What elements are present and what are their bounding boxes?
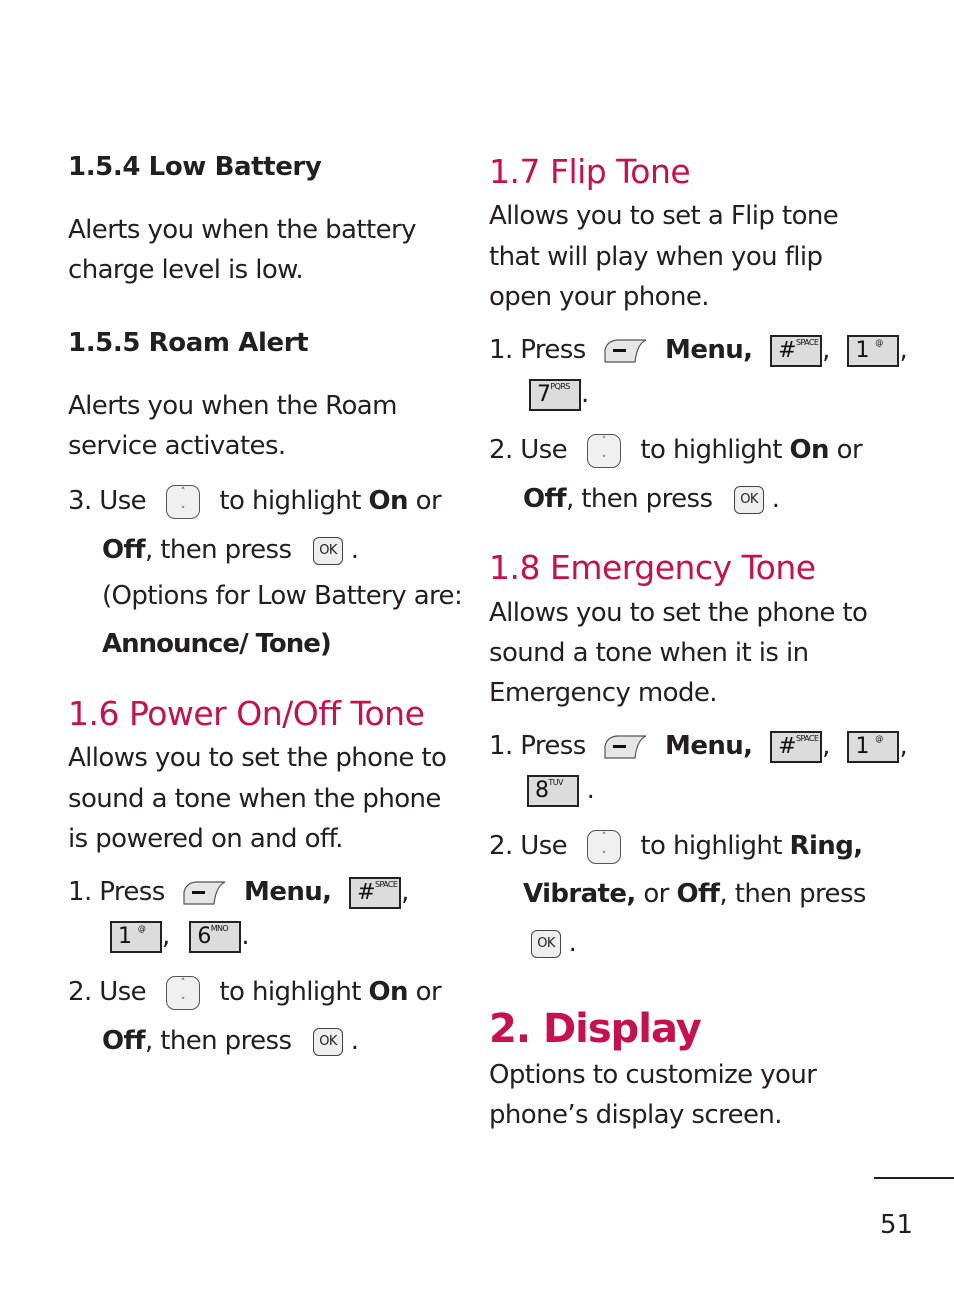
option-off: Off xyxy=(523,484,567,514)
step-text-or: or xyxy=(643,879,669,909)
emergency-step2-line1: 2. Use ˄ ˅ to highlight Ring, xyxy=(489,826,864,866)
flip-desc-line3: open your phone. xyxy=(489,282,710,312)
power-desc-line2: sound a tone when the phone xyxy=(68,784,441,814)
ok-key-icon: OK xyxy=(531,929,561,958)
section-title-emergency-tone: 1.8 Emergency Tone xyxy=(489,548,816,587)
flip-desc-line2: that will play when you flip xyxy=(489,242,823,272)
emergency-desc-line3: Emergency mode. xyxy=(489,678,718,708)
flip-step1-line2: 7PQRS. xyxy=(529,374,589,414)
option-on: On xyxy=(368,977,409,1007)
step-text: to highlight xyxy=(219,977,361,1007)
one-key-icon: 1 @ xyxy=(847,730,900,763)
step-text: , then press xyxy=(144,535,292,565)
page-number: 51 xyxy=(880,1210,914,1240)
period: . xyxy=(350,1026,359,1056)
emergency-desc-line1: Allows you to set the phone to xyxy=(489,598,868,628)
step-label: 3. Use xyxy=(68,486,147,516)
nav-key-icon: ˄ ˅ xyxy=(165,484,200,519)
option-on: On xyxy=(368,486,409,516)
option-on: On xyxy=(789,435,830,465)
low-battery-desc-line1: Alerts you when the battery xyxy=(68,215,416,245)
six-key-icon: 6MNO xyxy=(189,920,242,953)
left-soft-key-icon xyxy=(604,338,647,363)
nav-key-icon: ˄ ˅ xyxy=(165,975,200,1010)
one-key-icon: 1 @ xyxy=(847,334,900,367)
option-off: Off xyxy=(102,1026,146,1056)
hash-key-icon: #SPACE xyxy=(770,730,823,763)
roam-options-line2: Announce/ Tone) xyxy=(102,629,332,659)
period: . xyxy=(568,928,577,958)
step-label: 1. Press xyxy=(489,731,586,761)
flip-step2-line1: 2. Use ˄ ˅ to highlight On or xyxy=(489,430,863,470)
option-off: Off xyxy=(102,535,146,565)
step-text: , then press xyxy=(144,1026,292,1056)
roam-desc-line2: service activates. xyxy=(68,431,286,461)
roam-options-line1: (Options for Low Battery are: xyxy=(102,581,463,611)
menu-label: Menu, xyxy=(665,731,753,761)
section-title-low-battery: 1.5.4 Low Battery xyxy=(68,152,322,182)
seven-key-icon: 7PQRS xyxy=(529,378,581,411)
step-text: , then press xyxy=(719,879,866,909)
step-text: to highlight xyxy=(640,831,782,861)
ok-key-icon: OK xyxy=(313,536,344,565)
step-text: , then press xyxy=(565,484,713,514)
section-title-flip-tone: 1.7 Flip Tone xyxy=(489,152,691,191)
footer-rule xyxy=(874,1177,954,1179)
hash-key-icon: #SPACE xyxy=(770,334,823,367)
step-label: 2. Use xyxy=(489,831,568,861)
ok-key-icon: OK xyxy=(734,485,765,514)
step-label: 1. Press xyxy=(68,877,165,907)
option-off: Off xyxy=(676,879,720,909)
step-label: 1. Press xyxy=(489,335,586,365)
flip-step1-line1: 1. Press Menu, #SPACE, 1 @, xyxy=(489,334,908,367)
roam-step3-line2: Off, then press OK . xyxy=(102,530,359,570)
emergency-step1-line2: 8TUV . xyxy=(527,770,595,810)
nav-key-icon: ˄ ˅ xyxy=(586,433,621,468)
display-desc-line1: Options to customize your xyxy=(489,1060,817,1090)
left-soft-key-icon xyxy=(604,734,647,759)
roam-step3-line1: 3. Use ˄ ˅ to highlight On or xyxy=(68,481,442,521)
period: . xyxy=(350,535,359,565)
power-step1-line1: 1. Press Menu, #SPACE, xyxy=(68,876,409,909)
step-text-or: or xyxy=(415,486,442,516)
emergency-step2-line2: Vibrate, or Off, then press xyxy=(523,874,866,914)
emergency-step2-line3: OK . xyxy=(531,923,577,963)
ok-key-icon: OK xyxy=(313,1027,344,1056)
menu-label: Menu, xyxy=(665,335,753,365)
left-soft-key-icon xyxy=(183,880,226,905)
low-battery-desc-line2: charge level is low. xyxy=(68,255,304,285)
flip-desc-line1: Allows you to set a Flip tone xyxy=(489,201,839,231)
step-label: 2. Use xyxy=(68,977,147,1007)
step-text-or: or xyxy=(836,435,863,465)
nav-key-icon: ˄ ˅ xyxy=(586,829,621,864)
section-title-display: 2. Display xyxy=(489,1006,702,1052)
option-ring: Ring, xyxy=(789,831,864,861)
power-desc-line1: Allows you to set the phone to xyxy=(68,743,447,773)
one-key-icon: 1 @ xyxy=(110,920,162,953)
roam-desc-line1: Alerts you when the Roam xyxy=(68,391,397,421)
display-desc-line2: phone’s display screen. xyxy=(489,1100,783,1130)
flip-step2-line2: Off, then press OK . xyxy=(523,479,780,519)
power-desc-line3: is powered on and off. xyxy=(68,824,343,854)
step-text-or: or xyxy=(415,977,442,1007)
step-label: 2. Use xyxy=(489,435,568,465)
emergency-desc-line2: sound a tone when it is in xyxy=(489,638,809,668)
option-vibrate: Vibrate, xyxy=(523,879,636,909)
power-step2-line1: 2. Use ˄ ˅ to highlight On or xyxy=(68,972,442,1012)
step-text: to highlight xyxy=(219,486,361,516)
power-step2-line2: Off, then press OK . xyxy=(102,1021,359,1061)
eight-key-icon: 8TUV xyxy=(527,774,579,807)
step-text: to highlight xyxy=(640,435,782,465)
hash-key-icon: #SPACE xyxy=(349,876,402,909)
section-title-roam-alert: 1.5.5 Roam Alert xyxy=(68,328,309,358)
emergency-step1-line1: 1. Press Menu, #SPACE, 1 @, xyxy=(489,730,908,763)
period: . xyxy=(771,484,780,514)
menu-label: Menu, xyxy=(244,877,332,907)
power-step1-line2: 1 @, 6MNO. xyxy=(110,916,250,956)
section-title-power-tone: 1.6 Power On/Off Tone xyxy=(68,694,425,733)
